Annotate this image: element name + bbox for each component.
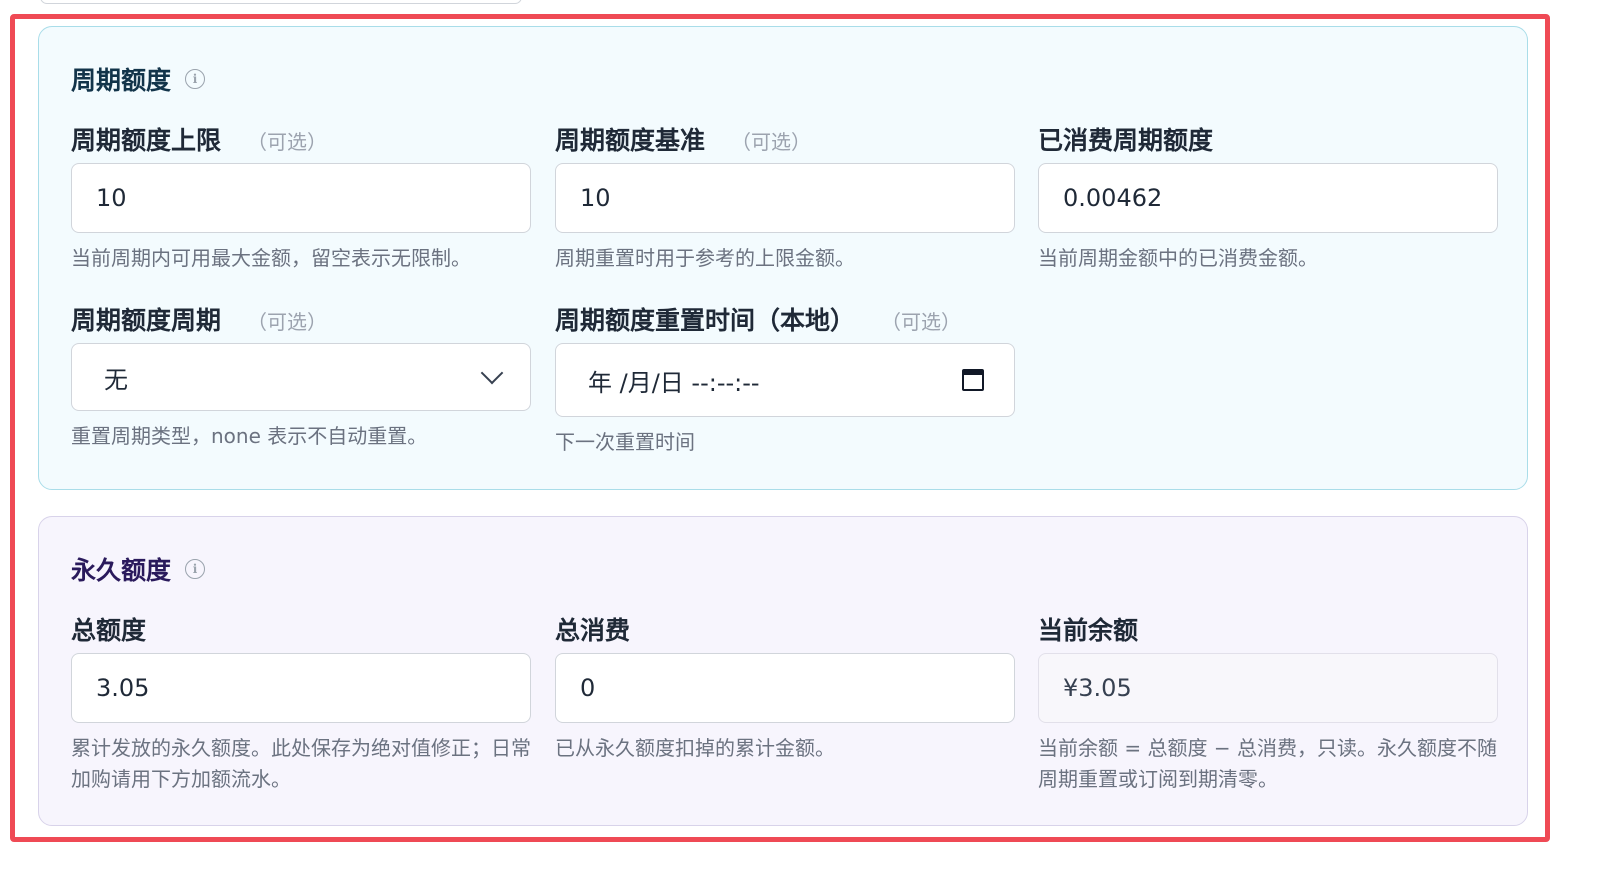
previous-field-edge xyxy=(40,0,522,4)
quota-settings-screen: 周期额度 i 周期额度上限 （可选） 10 当前周期内可用最大金额，留空表示无限… xyxy=(0,0,1600,878)
highlight-frame xyxy=(10,14,1550,842)
